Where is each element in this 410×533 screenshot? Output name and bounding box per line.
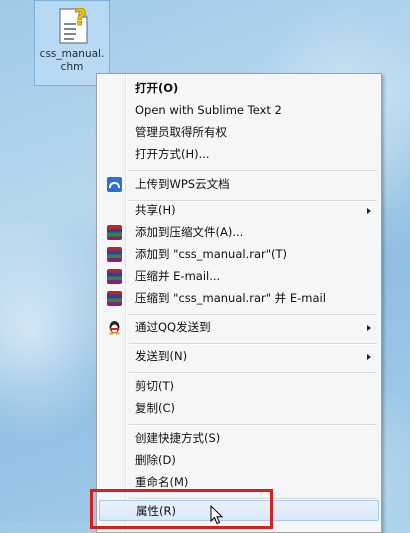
menu-separator: [129, 424, 377, 426]
winrar-icon: [107, 247, 122, 262]
menu-item-open-sublime[interactable]: Open with Sublime Text 2: [99, 100, 379, 121]
context-menu: 打开(O) Open with Sublime Text 2 管理员取得所有权 …: [96, 73, 382, 533]
qq-penguin-icon: [109, 321, 120, 335]
menu-item-compress-rar-email[interactable]: 压缩到 "css_manual.rar" 并 E-mail: [99, 288, 379, 309]
menu-separator: [129, 343, 377, 345]
menu-item-send-to[interactable]: 发送到(N): [99, 346, 379, 367]
menu-separator: [129, 170, 377, 172]
submenu-arrow-icon: [367, 325, 371, 331]
menu-separator: [129, 314, 377, 316]
winrar-icon: [107, 225, 122, 240]
menu-item-add-archive[interactable]: 添加到压缩文件(A)...: [99, 222, 379, 243]
menu-item-cut[interactable]: 剪切(T): [99, 376, 379, 397]
menu-item-open-with[interactable]: 打开方式(H)...: [99, 144, 379, 165]
menu-item-send-qq[interactable]: 通过QQ发送到: [99, 317, 379, 338]
winrar-icon: [107, 291, 122, 306]
menu-item-open[interactable]: 打开(O): [99, 78, 379, 99]
menu-item-take-ownership[interactable]: 管理员取得所有权: [99, 122, 379, 143]
menu-item-copy[interactable]: 复制(C): [99, 398, 379, 419]
desktop-file-label: css_manual. chm: [39, 48, 105, 73]
menu-item-create-shortcut[interactable]: 创建快捷方式(S): [99, 428, 379, 449]
file-help-icon: ?: [59, 7, 88, 44]
submenu-arrow-icon: [367, 354, 371, 360]
properties-highlight-box: [90, 489, 273, 529]
wps-cloud-icon: [107, 177, 122, 192]
submenu-arrow-icon: [367, 208, 371, 214]
menu-separator: [129, 372, 377, 374]
winrar-icon: [107, 269, 122, 284]
menu-item-share[interactable]: 共享(H): [99, 200, 379, 221]
menu-item-upload-wps[interactable]: 上传到WPS云文档: [99, 174, 379, 195]
svg-text:?: ?: [74, 7, 87, 31]
menu-item-compress-email[interactable]: 压缩并 E-mail...: [99, 266, 379, 287]
menu-item-add-rar[interactable]: 添加到 "css_manual.rar"(T): [99, 244, 379, 265]
mouse-cursor-icon: [210, 505, 224, 525]
menu-item-delete[interactable]: 删除(D): [99, 450, 379, 471]
